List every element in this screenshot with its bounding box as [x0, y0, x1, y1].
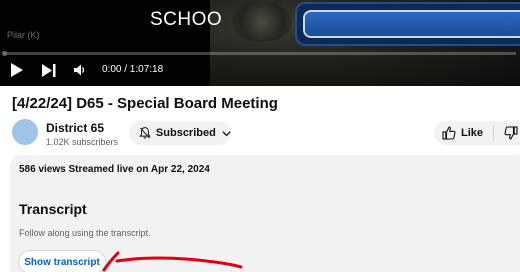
like-label: Like — [461, 127, 484, 139]
next-button[interactable] — [40, 62, 58, 78]
dislike-button[interactable] — [494, 121, 518, 145]
subscribed-button[interactable]: Subscribed — [129, 121, 231, 145]
subscriber-count: 1.02K subscribers — [46, 137, 119, 147]
show-transcript-button[interactable]: Show transcript — [18, 250, 106, 272]
play-button[interactable] — [9, 62, 25, 78]
volume-button[interactable] — [72, 62, 88, 78]
volume-icon — [74, 64, 85, 76]
video-title: [4/22/24] D65 - Special Board Meeting — [12, 95, 278, 112]
view-count-date: 586 views Streamed live on Apr 22, 2024 — [19, 164, 210, 175]
thumbs-down-icon — [504, 126, 518, 140]
show-transcript-label: Show transcript — [24, 256, 100, 268]
subscribed-label: Subscribed — [155, 127, 216, 139]
overlay-banner — [295, 2, 520, 46]
chevron-down-icon — [222, 130, 231, 136]
progress-bar[interactable] — [4, 52, 516, 55]
time-display: 0:00 / 1:07:18 — [102, 64, 164, 75]
overlay-banner-inner — [303, 10, 520, 38]
video-scene-figure — [232, 2, 292, 42]
channel-avatar[interactable] — [12, 119, 38, 145]
progress-scrubber[interactable] — [2, 51, 7, 56]
channel-name[interactable]: District 65 — [46, 121, 104, 135]
like-dislike-group: Like — [434, 121, 520, 145]
bell-icon — [139, 127, 151, 139]
like-button[interactable]: Like — [434, 121, 493, 145]
play-icon — [11, 63, 23, 77]
video-caption: Pilar (K) — [7, 30, 40, 40]
description-box[interactable]: 586 views Streamed live on Apr 22, 2024 … — [10, 155, 520, 272]
video-player[interactable]: SCHOO Pilar (K) 0:00 / 1:07:18 — [0, 0, 520, 86]
thumbs-up-icon — [442, 126, 456, 140]
skip-next-icon — [42, 63, 56, 77]
transcript-subtitle: Follow along using the transcript. — [19, 228, 151, 238]
transcript-heading: Transcript — [19, 201, 87, 217]
overlay-banner-text: SCHOO — [150, 9, 223, 30]
